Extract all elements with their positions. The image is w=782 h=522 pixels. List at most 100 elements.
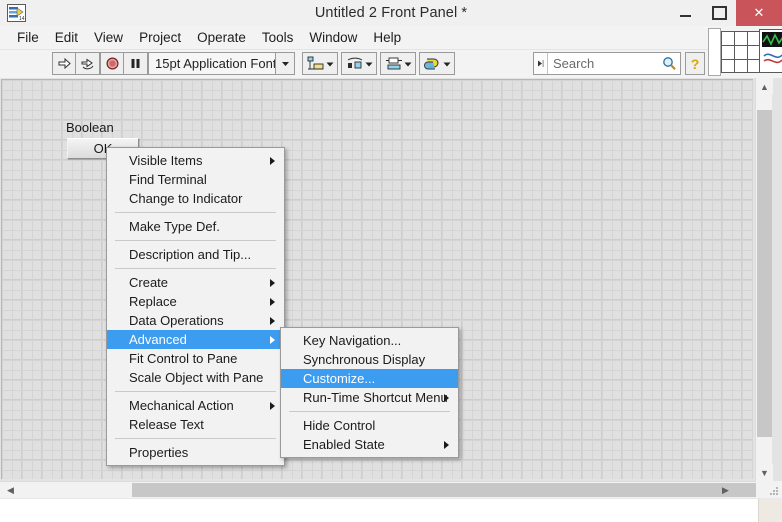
menu-separator bbox=[115, 212, 276, 213]
menu-item-key-navigation[interactable]: Key Navigation... bbox=[281, 331, 458, 350]
horizontal-scrollbar-thumb[interactable] bbox=[132, 483, 756, 497]
chevron-right-icon bbox=[270, 401, 275, 410]
chevron-down-icon[interactable]: ▼ bbox=[756, 464, 773, 481]
menu-item-label: Customize... bbox=[303, 371, 376, 386]
menu-item-fit-control-to-pane[interactable]: Fit Control to Pane bbox=[107, 349, 284, 368]
chevron-right-icon bbox=[270, 335, 275, 344]
close-button[interactable]: ✕ bbox=[736, 0, 782, 26]
menu-item-label: Make Type Def. bbox=[129, 219, 220, 234]
reorder-objects-button[interactable] bbox=[419, 52, 455, 75]
chevron-right-icon bbox=[444, 393, 449, 402]
window-bottom-strip bbox=[0, 498, 782, 522]
menu-bar: File Edit View Project Operate Tools Win… bbox=[0, 26, 782, 50]
menu-item-advanced[interactable]: Advanced bbox=[107, 330, 284, 349]
minimize-button[interactable] bbox=[668, 0, 702, 26]
menu-item-mechanical-action[interactable]: Mechanical Action bbox=[107, 396, 284, 415]
resize-objects-button[interactable] bbox=[380, 52, 416, 75]
maximize-icon bbox=[711, 6, 727, 20]
connector-pane-strip[interactable] bbox=[708, 28, 721, 76]
font-selector-value: 15pt Application Font bbox=[155, 56, 275, 71]
chevron-down-icon bbox=[443, 62, 450, 66]
desktop-edge-sliver bbox=[758, 499, 782, 522]
menu-item-change-to-indicator[interactable]: Change to Indicator bbox=[107, 189, 284, 208]
menu-item-label: Change to Indicator bbox=[129, 191, 243, 206]
menu-help[interactable]: Help bbox=[365, 28, 409, 48]
search-box[interactable] bbox=[533, 52, 681, 75]
vertical-scrollbar[interactable]: ▲ ▼ bbox=[755, 78, 773, 481]
menu-item-customize[interactable]: Customize... bbox=[281, 369, 458, 388]
distribute-objects-button[interactable] bbox=[341, 52, 377, 75]
context-help-button[interactable]: ? bbox=[685, 52, 705, 75]
maximize-button[interactable] bbox=[702, 0, 736, 26]
menu-item-label: Fit Control to Pane bbox=[129, 351, 238, 366]
run-continuously-button[interactable] bbox=[76, 53, 99, 74]
menu-item-data-operations[interactable]: Data Operations bbox=[107, 311, 284, 330]
menu-item-run-time-shortcut-menu[interactable]: Run-Time Shortcut Menu bbox=[281, 388, 458, 407]
chevron-right-icon bbox=[270, 278, 275, 287]
distribute-objects-icon bbox=[347, 57, 362, 68]
connector-pane-area: 2 bbox=[708, 28, 782, 76]
menu-edit[interactable]: Edit bbox=[47, 28, 86, 48]
menu-view[interactable]: View bbox=[86, 28, 131, 48]
chevron-up-icon[interactable]: ▲ bbox=[756, 78, 773, 95]
menu-item-release-text[interactable]: Release Text bbox=[107, 415, 284, 434]
menu-item-hide-control[interactable]: Hide Control bbox=[281, 416, 458, 435]
menu-item-label: Run-Time Shortcut Menu bbox=[303, 390, 448, 405]
menu-window[interactable]: Window bbox=[301, 28, 365, 48]
connector-pane-icon[interactable] bbox=[721, 31, 761, 73]
chevron-right-icon bbox=[444, 440, 449, 449]
menu-item-make-type-def[interactable]: Make Type Def. bbox=[107, 217, 284, 236]
menu-tools[interactable]: Tools bbox=[254, 28, 302, 48]
chevron-down-icon[interactable] bbox=[275, 53, 294, 74]
font-selector[interactable]: 15pt Application Font bbox=[148, 52, 295, 75]
boolean-control-label: Boolean bbox=[66, 120, 114, 135]
menu-item-label: Enabled State bbox=[303, 437, 385, 452]
chevron-right-icon bbox=[270, 297, 275, 306]
align-objects-icon bbox=[307, 56, 323, 69]
menu-item-properties[interactable]: Properties bbox=[107, 443, 284, 462]
chevron-down-icon bbox=[365, 62, 372, 66]
menu-item-create[interactable]: Create bbox=[107, 273, 284, 292]
align-objects-button[interactable] bbox=[302, 52, 338, 75]
reorder-objects-icon bbox=[423, 58, 438, 69]
close-icon: ✕ bbox=[753, 5, 765, 20]
chevron-down-icon bbox=[404, 62, 411, 66]
window-resize-corner[interactable] bbox=[756, 481, 782, 498]
menu-item-visible-items[interactable]: Visible Items bbox=[107, 151, 284, 170]
menu-project[interactable]: Project bbox=[131, 28, 189, 48]
menu-separator bbox=[115, 240, 276, 241]
minimize-icon bbox=[679, 14, 691, 17]
chevron-right-icon bbox=[270, 156, 275, 165]
menu-operate[interactable]: Operate bbox=[189, 28, 254, 48]
run-button[interactable] bbox=[53, 53, 76, 74]
menu-item-synchronous-display[interactable]: Synchronous Display bbox=[281, 350, 458, 369]
vi-icon[interactable]: 2 bbox=[759, 29, 782, 73]
menu-file[interactable]: File bbox=[9, 28, 47, 48]
menu-item-label: Replace bbox=[129, 294, 177, 309]
advanced-submenu: Key Navigation... Synchronous Display Cu… bbox=[280, 327, 459, 458]
menu-item-label: Scale Object with Pane bbox=[129, 370, 264, 385]
chevron-right-icon[interactable]: ▶ bbox=[717, 482, 734, 498]
control-context-menu: Visible Items Find Terminal Change to In… bbox=[106, 147, 285, 466]
menu-separator bbox=[115, 438, 276, 439]
abort-execution-button[interactable] bbox=[101, 53, 124, 74]
menu-item-label: Data Operations bbox=[129, 313, 224, 328]
toolbar: 15pt Application Font Search ? bbox=[0, 50, 782, 79]
horizontal-scrollbar[interactable]: ◀ ▶ bbox=[0, 481, 756, 498]
vertical-scrollbar-thumb[interactable] bbox=[757, 110, 772, 437]
pause-icon bbox=[131, 59, 140, 68]
menu-item-enabled-state[interactable]: Enabled State bbox=[281, 435, 458, 454]
search-options-icon[interactable] bbox=[534, 53, 548, 74]
chevron-left-icon[interactable]: ◀ bbox=[2, 482, 19, 498]
menu-separator bbox=[115, 391, 276, 392]
window-title: Untitled 2 Front Panel * bbox=[314, 5, 468, 21]
menu-item-find-terminal[interactable]: Find Terminal bbox=[107, 170, 284, 189]
menu-item-scale-object-with-pane[interactable]: Scale Object with Pane bbox=[107, 368, 284, 387]
search-input[interactable] bbox=[548, 55, 658, 72]
menu-item-description-and-tip[interactable]: Description and Tip... bbox=[107, 245, 284, 264]
menu-item-replace[interactable]: Replace bbox=[107, 292, 284, 311]
menu-item-label: Hide Control bbox=[303, 418, 376, 433]
chevron-right-icon bbox=[270, 316, 275, 325]
search-icon[interactable] bbox=[658, 56, 680, 71]
pause-button[interactable] bbox=[124, 53, 147, 74]
